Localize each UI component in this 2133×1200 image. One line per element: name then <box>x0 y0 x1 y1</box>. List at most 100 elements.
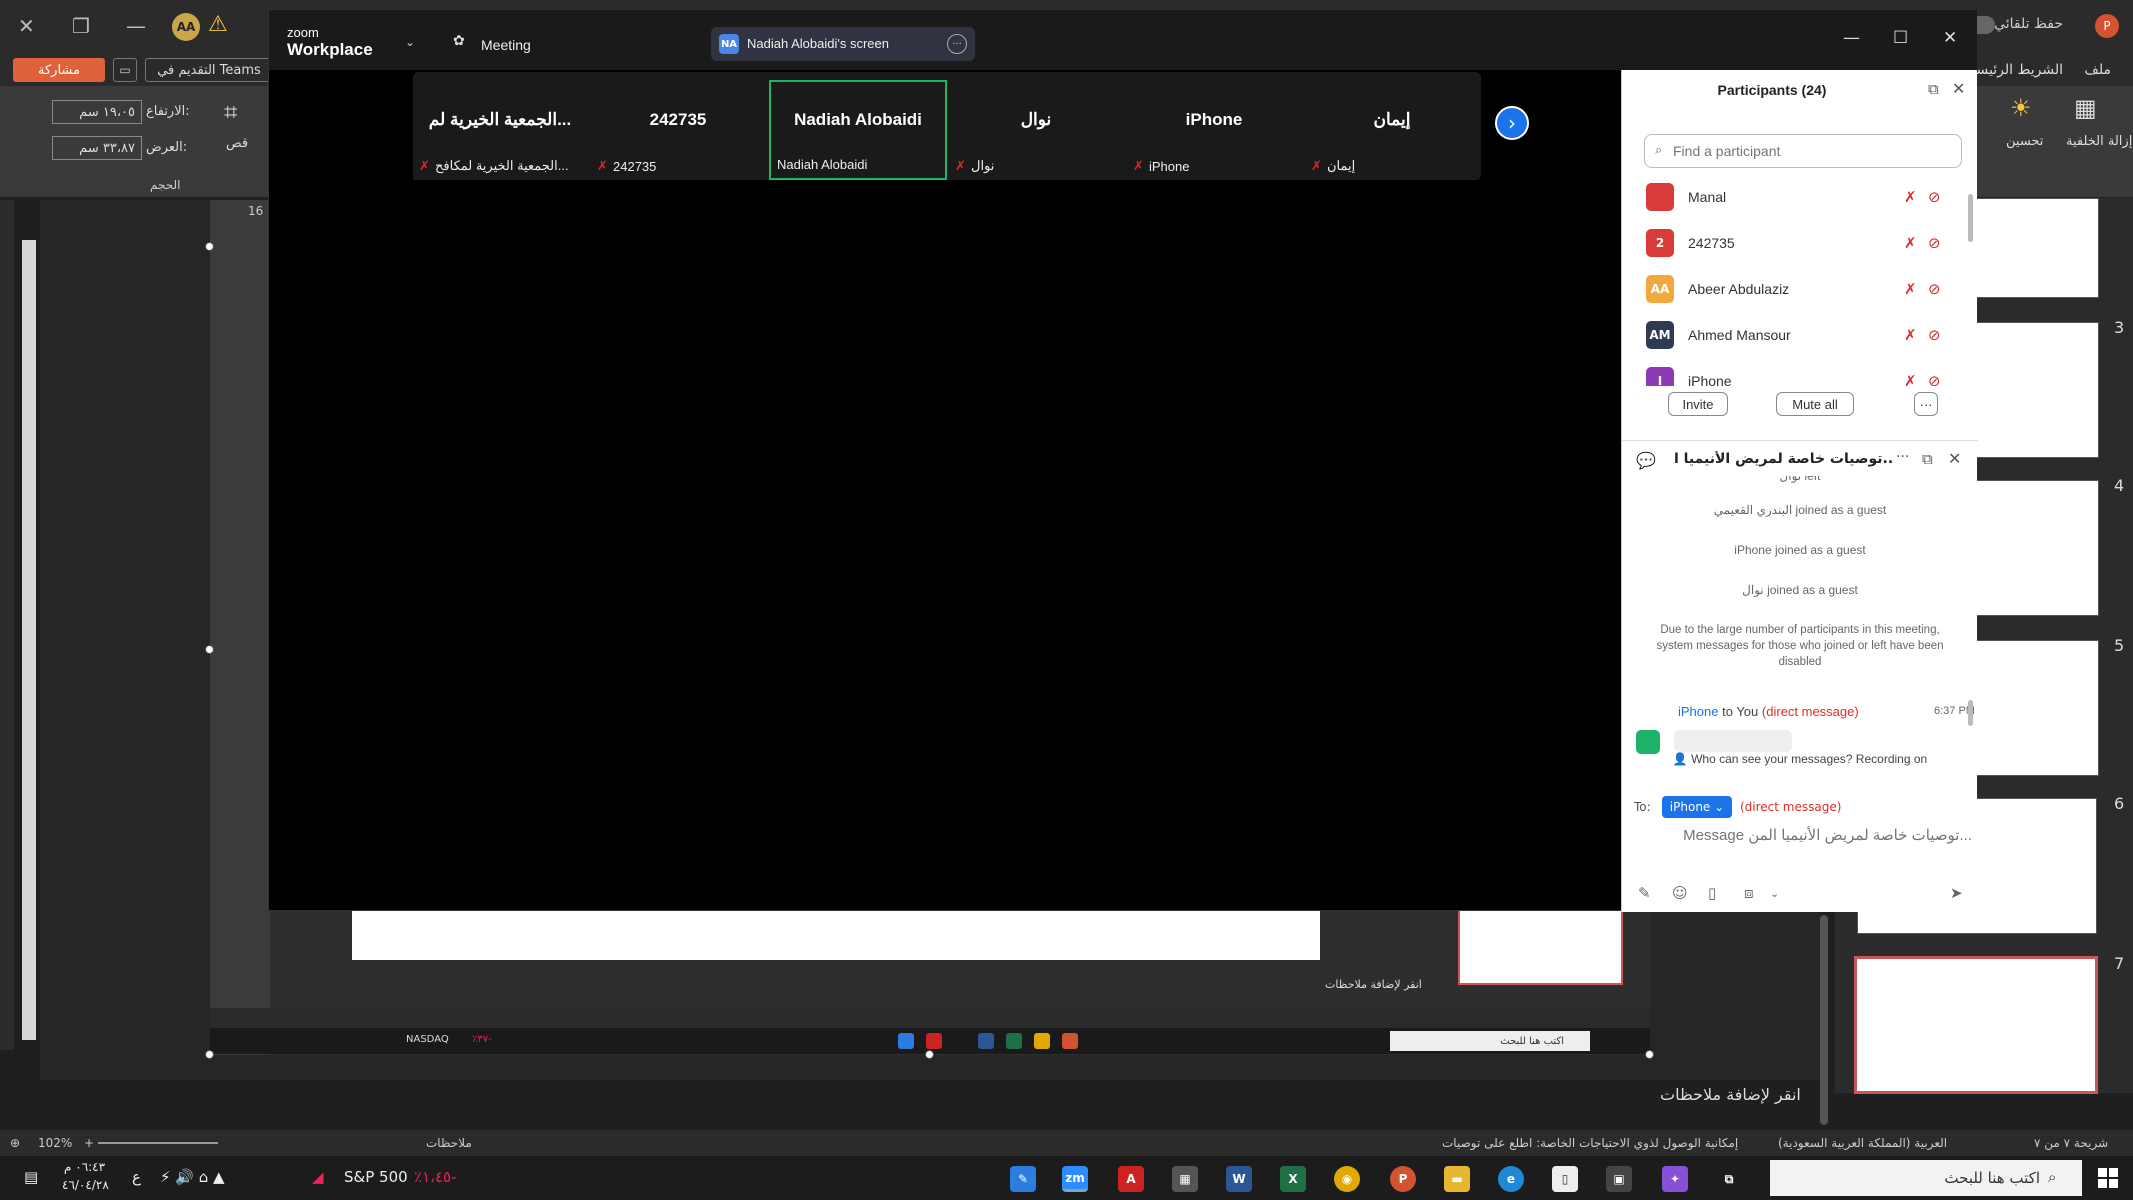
participant-search[interactable]: ⌕ <box>1644 134 1962 168</box>
remove-background-icon[interactable]: ▦ <box>2074 94 2097 122</box>
taskbar-search[interactable]: اكتب هنا للبحث <box>1770 1160 2082 1196</box>
chat-more-icon[interactable]: ··· <box>1896 449 1909 465</box>
close-icon[interactable]: ✕ <box>1943 28 1957 48</box>
file-explorer-icon[interactable]: ▬ <box>1444 1166 1470 1192</box>
stock-chart-icon[interactable]: ◢ <box>312 1168 324 1186</box>
selection-handle[interactable] <box>205 1050 214 1059</box>
message-visibility-notice[interactable]: 👤 Who can see your messages? Recording o… <box>1622 752 1978 774</box>
meeting-label[interactable]: Meeting <box>481 37 531 53</box>
video-tile-active-speaker[interactable]: Nadiah Alobaidi Nadiah Alobaidi <box>769 80 947 180</box>
emoji-icon[interactable]: ☺ <box>1672 884 1688 902</box>
slide-thumbnail-3[interactable] <box>1965 322 2099 458</box>
chat-scrollbar[interactable] <box>1968 700 1973 726</box>
message-bubble[interactable] <box>1674 730 1792 752</box>
calculator-app-icon[interactable]: ▦ <box>1172 1166 1198 1192</box>
more-options-icon[interactable]: ··· <box>947 34 967 54</box>
participant-row[interactable]: Manal ✗ ⊘ <box>1622 176 1962 220</box>
slide-thumbnail-7-selected[interactable] <box>1854 956 2098 1094</box>
video-tile[interactable]: نوال ✗ نوال <box>949 82 1123 180</box>
share-button[interactable]: مشاركة <box>13 58 105 82</box>
participant-row[interactable]: I iPhone ✗ ⊘ <box>1622 360 1962 386</box>
width-field[interactable]: ٣٣،٨٧ سم <box>52 136 142 160</box>
windows-start-icon[interactable] <box>2098 1168 2118 1188</box>
slide-thumbnail-2[interactable] <box>1965 198 2099 298</box>
present-in-teams-button[interactable]: التقديم في Teams <box>145 58 273 82</box>
screenshot-icon[interactable]: ⧈ <box>1744 884 1754 902</box>
task-view-icon[interactable]: ⧉ <box>1716 1166 1742 1192</box>
user-avatar[interactable]: AA <box>172 13 200 41</box>
notes-toggle[interactable]: ملاحظات <box>426 1136 472 1150</box>
slide-thumbnail-5[interactable] <box>1965 640 2099 776</box>
stock-name[interactable]: S&P 500 <box>344 1168 408 1186</box>
corrections-icon[interactable]: ☀ <box>2010 94 2032 122</box>
minimize-icon[interactable]: — <box>1843 28 1860 48</box>
edge-app-icon[interactable]: e <box>1498 1166 1524 1192</box>
store-app-icon[interactable]: ▣ <box>1606 1166 1632 1192</box>
chevron-down-icon[interactable]: ⌄ <box>405 35 415 49</box>
participant-row[interactable]: 2 242735 ✗ ⊘ <box>1622 222 1962 266</box>
tab-file[interactable]: ملف <box>2084 62 2111 78</box>
ppt-close-icon[interactable]: ✕ <box>18 14 35 38</box>
video-off-icon[interactable]: ⊘ <box>1928 234 1941 252</box>
participant-search-input[interactable] <box>1673 141 1953 161</box>
video-off-icon[interactable]: ⊘ <box>1928 280 1941 298</box>
notes-placeholder[interactable]: انقر لإضافة ملاحظات <box>1660 1085 1801 1104</box>
taskbar-time[interactable]: ٠٦:٤٣ م <box>64 1160 105 1174</box>
maximize-icon[interactable]: ☐ <box>1893 28 1908 48</box>
height-field[interactable]: ١٩،٠٥ سم <box>52 100 142 124</box>
recipient-select[interactable]: iPhone ⌄ <box>1662 796 1732 818</box>
pop-out-icon[interactable]: ⧉ <box>1922 450 1933 468</box>
format-icon[interactable]: ✎ <box>1638 884 1651 902</box>
selection-handle[interactable] <box>205 645 214 654</box>
excel-app-icon[interactable]: X <box>1280 1166 1306 1192</box>
language-status[interactable]: العربية (المملكة العربية السعودية) <box>1778 1136 1947 1150</box>
input-language[interactable]: ع <box>132 1168 141 1186</box>
send-icon[interactable]: ➤ <box>1950 884 1963 902</box>
word-app-icon[interactable]: W <box>1226 1166 1252 1192</box>
notepad-app-icon[interactable]: ▯ <box>1552 1166 1578 1192</box>
close-participants-icon[interactable]: ✕ <box>1952 79 1965 98</box>
muted-mic-icon[interactable]: ✗ <box>1904 280 1917 298</box>
crop-icon[interactable]: ⌗ <box>224 98 238 126</box>
taskbar-date[interactable]: ٤٦/٠٤/٢٨ <box>62 1178 109 1192</box>
fit-slide-icon[interactable]: ⊕ <box>10 1136 20 1150</box>
crop-label[interactable]: قص <box>226 136 248 151</box>
muted-mic-icon[interactable]: ✗ <box>1904 372 1917 386</box>
participant-row[interactable]: AA Abeer Abdulaziz ✗ ⊘ <box>1622 268 1962 312</box>
file-icon[interactable]: ▯ <box>1708 884 1716 902</box>
chat-message-input[interactable] <box>1636 822 1972 848</box>
video-tile[interactable]: الجمعية الخيرية لم... ✗ الجمعية الخيرية … <box>413 82 587 180</box>
copilot-app-icon[interactable]: ✦ <box>1662 1166 1688 1192</box>
video-off-icon[interactable]: ⊘ <box>1928 326 1941 344</box>
comment-icon[interactable]: ▭ <box>113 58 137 82</box>
paint-app-icon[interactable]: ✎ <box>1010 1166 1036 1192</box>
zoom-slider[interactable] <box>98 1142 218 1144</box>
notifications-icon[interactable]: ▤ <box>24 1168 38 1186</box>
participants-more-button[interactable]: ··· <box>1914 392 1938 416</box>
dm-sender[interactable]: iPhone <box>1678 704 1718 719</box>
muted-mic-icon[interactable]: ✗ <box>1904 326 1917 344</box>
video-tile[interactable]: 242735 ✗ 242735 <box>591 82 765 180</box>
video-tile[interactable]: iPhone ✗ iPhone <box>1127 82 1301 180</box>
warning-icon[interactable]: ⚠ <box>208 12 228 37</box>
slide-thumbnail-4[interactable] <box>1965 480 2099 616</box>
selection-handle[interactable] <box>925 1050 934 1059</box>
screen-share-indicator[interactable]: NA Nadiah Alobaidi's screen ··· <box>711 27 975 61</box>
corrections-label[interactable]: تحسين <box>2006 134 2043 149</box>
close-chat-icon[interactable]: ✕ <box>1948 449 1961 468</box>
powerpoint-app-icon[interactable]: P <box>1390 1166 1416 1192</box>
mute-all-button[interactable]: Mute all <box>1776 392 1854 416</box>
video-off-icon[interactable]: ⊘ <box>1928 188 1941 206</box>
chrome-app-icon[interactable]: ◉ <box>1334 1166 1360 1192</box>
tray-icons[interactable]: ⚡ 🔊 ⌂ ▲ <box>160 1168 225 1186</box>
zoom-in-icon[interactable]: + <box>84 1136 94 1150</box>
acrobat-app-icon[interactable]: A <box>1118 1166 1144 1192</box>
zoom-level[interactable]: 102% <box>38 1136 72 1150</box>
participant-row[interactable]: AM Ahmed Mansour ✗ ⊘ <box>1622 314 1962 358</box>
ppt-minimize-icon[interactable]: — <box>126 14 146 38</box>
invite-button[interactable]: Invite <box>1668 392 1728 416</box>
thumbnail-scrollbar[interactable] <box>1820 915 1828 1125</box>
accessibility-status[interactable]: إمكانية الوصول لذوي الاحتياجات الخاصة: ا… <box>1442 1136 1738 1150</box>
zoom-app-icon[interactable]: zm <box>1062 1166 1088 1192</box>
pop-out-icon[interactable]: ⧉ <box>1928 80 1939 98</box>
